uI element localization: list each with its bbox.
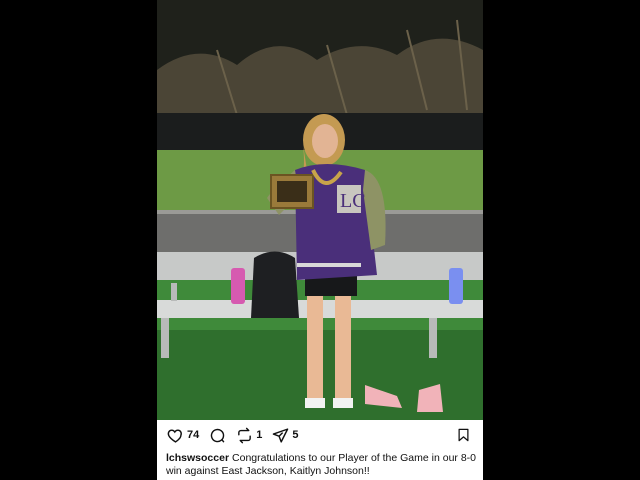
heart-icon: [167, 428, 182, 443]
like-button[interactable]: 74: [167, 427, 199, 444]
player-photo-illustration: LC: [157, 0, 483, 420]
comment-icon: [211, 428, 225, 443]
svg-text:LC: LC: [340, 190, 366, 212]
repost-icon: [238, 427, 252, 443]
repost-button[interactable]: 1: [236, 427, 262, 444]
post-caption: lchswsoccer Congratulations to our Player…: [166, 452, 476, 478]
post-action-bar: 74 1 5: [157, 420, 483, 450]
repost-count: 1: [256, 429, 263, 441]
save-button[interactable]: [456, 427, 471, 448]
like-count: 74: [187, 429, 200, 441]
share-count: 5: [292, 429, 299, 441]
share-button[interactable]: 5: [272, 427, 299, 444]
comment-button[interactable]: [209, 427, 226, 444]
send-icon: [273, 427, 289, 443]
username-link[interactable]: lchswsoccer: [166, 452, 229, 464]
bookmark-icon: [458, 428, 469, 442]
instagram-post: LC 74 1 5 lchswsoccer Congratulations to…: [157, 0, 483, 480]
post-photo[interactable]: LC: [157, 0, 483, 420]
